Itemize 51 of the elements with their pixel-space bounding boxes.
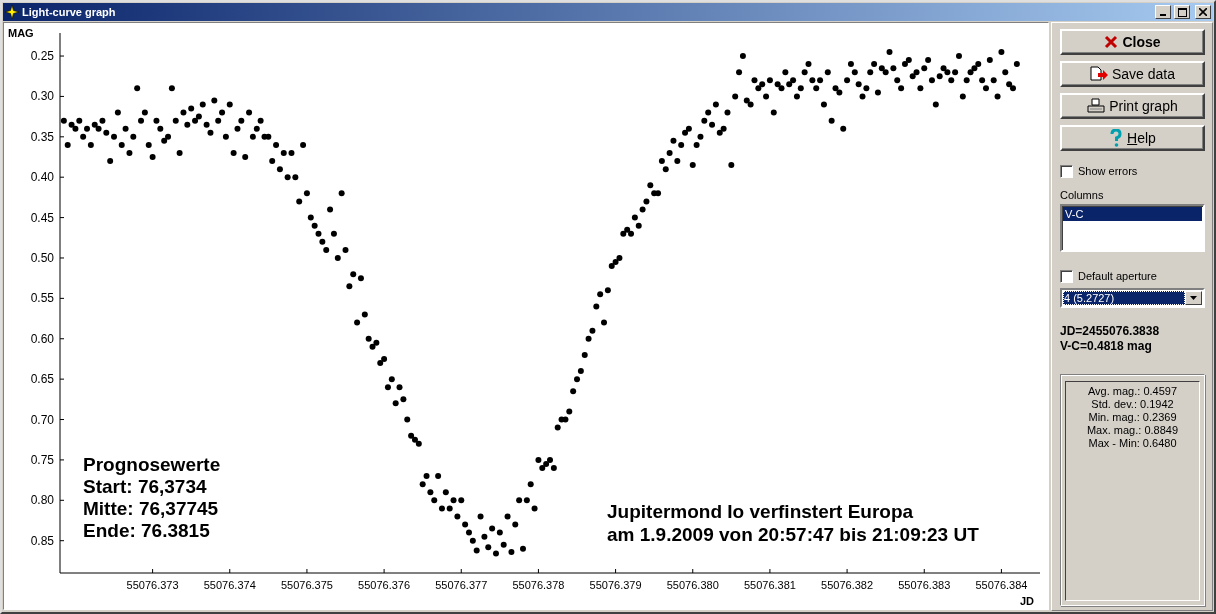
stat-text: Std. dev.: 0.1942 bbox=[1091, 398, 1174, 411]
tick-label: 55076.378 bbox=[512, 579, 565, 591]
annotation-text: Mitte: 76,37745 bbox=[83, 498, 219, 519]
readout-text: V-C=0.4818 mag bbox=[1060, 339, 1153, 354]
tick-label: 55076.376 bbox=[358, 579, 411, 591]
tick-label: 0.30 bbox=[30, 89, 54, 104]
save-button[interactable]: Save data bbox=[1060, 61, 1205, 87]
tick-label: 55076.380 bbox=[666, 579, 719, 591]
stat-text: Min. mag.: 0.2369 bbox=[1088, 411, 1177, 424]
readout-text: JD=2455076.3838 bbox=[1060, 324, 1161, 339]
annotation-text: Jupitermond Io verfinstert Europa bbox=[607, 501, 914, 522]
window-title: Light-curve graph bbox=[22, 6, 117, 18]
tick-label: 0.45 bbox=[30, 210, 54, 225]
axis-title: MAG bbox=[8, 27, 34, 39]
annotation-text: Prognosewerte bbox=[83, 454, 221, 475]
tick-label: 55076.384 bbox=[975, 579, 1028, 591]
tick-label: 55076.374 bbox=[203, 579, 256, 591]
annotation-text: Start: 76,3734 bbox=[83, 476, 207, 497]
tick-label: 0.35 bbox=[30, 129, 54, 144]
stat-text: Max - Min: 0.6480 bbox=[1088, 437, 1177, 450]
stat-text: Avg. mag.: 0.4597 bbox=[1087, 385, 1178, 398]
tick-label: 55076.381 bbox=[743, 579, 796, 591]
tick-label: 55076.379 bbox=[589, 579, 642, 591]
print-button[interactable]: Print graph bbox=[1060, 93, 1205, 119]
tick-label: 0.60 bbox=[30, 331, 54, 346]
checkbox-label: Show errors bbox=[1078, 165, 1138, 177]
axis-title: JD bbox=[1019, 595, 1034, 607]
tick-label: 0.65 bbox=[30, 372, 54, 387]
tick-label: 55076.375 bbox=[280, 579, 333, 591]
tick-label: 0.70 bbox=[30, 412, 54, 427]
tick-label: 0.50 bbox=[30, 251, 54, 265]
tick-label: 0.75 bbox=[30, 452, 54, 467]
tick-label: 0.80 bbox=[30, 493, 54, 508]
tick-label: 55076.382 bbox=[821, 579, 874, 591]
tick-label: 0.25 bbox=[30, 49, 54, 64]
annotation-text: am 1.9.2009 von 20:57:47 bis 21:09:23 UT bbox=[607, 524, 979, 545]
help-button[interactable]: Help bbox=[1060, 125, 1205, 151]
field-label: Columns bbox=[1060, 189, 1105, 201]
tick-label: 0.85 bbox=[30, 533, 54, 548]
tick-label: 55076.377 bbox=[435, 579, 488, 591]
checkbox-label: Default aperture bbox=[1078, 270, 1157, 282]
aperture-dropdown[interactable]: 4 (5.2727) bbox=[1060, 288, 1205, 308]
tick-label: 0.40 bbox=[30, 170, 54, 185]
close-button[interactable]: Close bbox=[1060, 29, 1205, 55]
tick-label: 0.55 bbox=[30, 291, 54, 306]
tick-label: 55076.373 bbox=[126, 579, 179, 591]
columns-list[interactable]: V-C bbox=[1060, 204, 1205, 252]
annotation-text: Ende: 76.3815 bbox=[83, 520, 210, 541]
list-item[interactable]: V-C bbox=[1063, 207, 1202, 221]
stat-text: Max. mag.: 0.8849 bbox=[1086, 424, 1179, 437]
tick-label: 55076.383 bbox=[898, 579, 951, 591]
